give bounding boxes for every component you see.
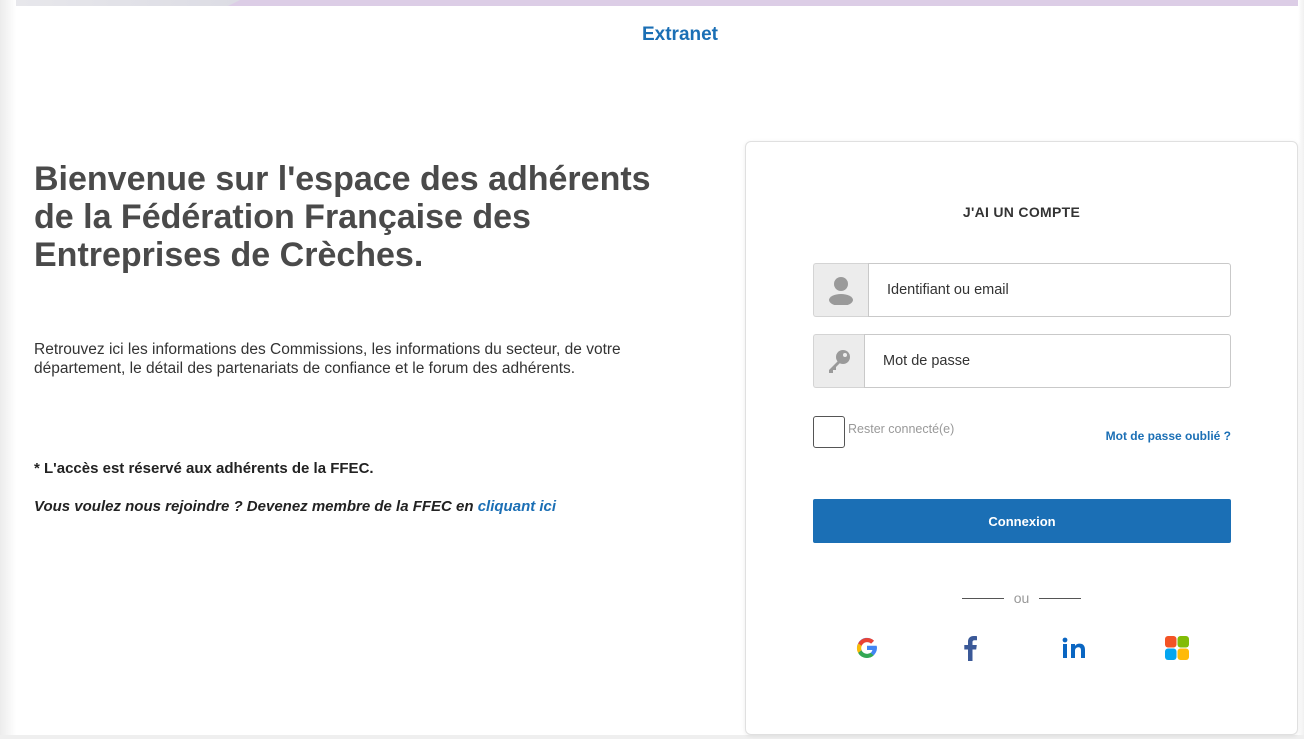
remember-label: Rester connecté(e) [848,422,955,436]
google-icon[interactable] [847,630,887,666]
password-input-group [813,334,1231,388]
or-divider: ou [746,590,1297,606]
join-text: Vous voulez nous rejoindre ? Devenez mem… [34,498,556,515]
join-text-label: Vous voulez nous rejoindre ? Devenez mem… [34,498,478,515]
welcome-heading: Bienvenue sur l'espace des adhérents de … [34,160,651,274]
join-link[interactable]: cliquant ici [478,498,556,515]
intro-text: Retrouvez ici les informations des Commi… [34,341,621,377]
top-strip-left [0,0,240,6]
password-input[interactable] [864,334,1231,388]
linkedin-icon[interactable] [1054,630,1094,666]
username-input[interactable] [868,263,1231,317]
divider-line-left [961,597,1004,599]
key-icon [813,334,864,388]
login-card: J'AI UN COMPTE Rester connecté(e) Mot de… [745,141,1298,735]
divider-text: ou [1013,590,1030,606]
divider-line-right [1039,597,1082,599]
microsoft-icon[interactable] [1157,630,1197,666]
page-header-title: Extranet [641,24,719,45]
login-card-title: J'AI UN COMPTE [962,204,1081,220]
remember-checkbox[interactable] [813,416,845,448]
left-shadow-edge [0,0,16,739]
bottom-edge [0,735,1304,739]
access-note: * L'accès est réservé aux adhérents de l… [34,460,374,477]
right-shadow-edge [1298,0,1304,739]
username-input-group [813,263,1231,317]
top-strip-right [228,0,1304,6]
user-icon [813,263,868,317]
forgot-password-link[interactable]: Mot de passe oublié ? [1106,429,1231,443]
facebook-icon[interactable] [950,630,990,666]
connexion-button[interactable]: Connexion [813,499,1231,543]
